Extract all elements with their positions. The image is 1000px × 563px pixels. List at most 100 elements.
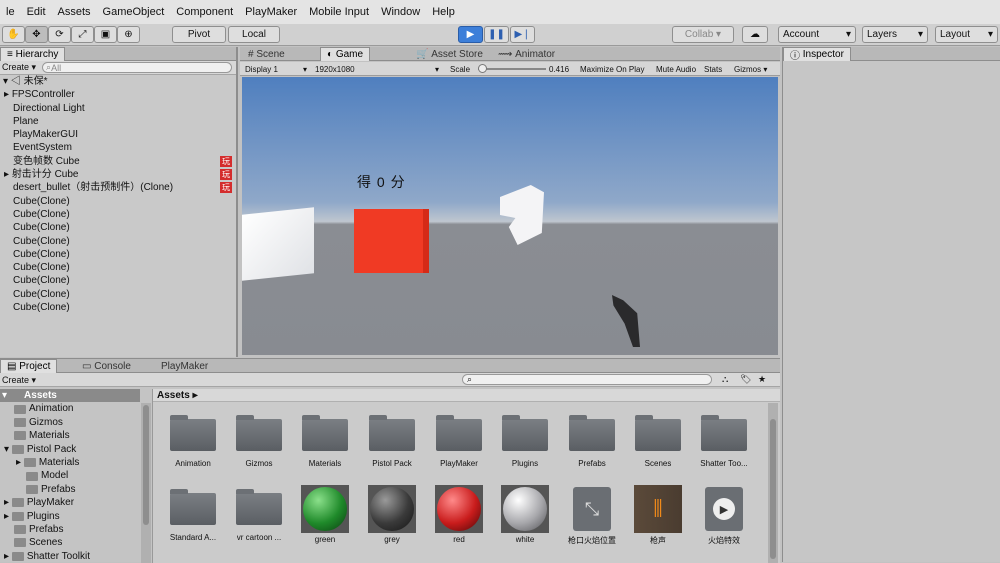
tree-pistol-materials[interactable]: ▸ Materials <box>0 456 140 469</box>
asset-folder[interactable]: Plugins <box>496 415 554 468</box>
hierarchy-search-input[interactable]: ⌕ All <box>42 62 233 73</box>
menu-edit[interactable]: Edit <box>21 6 52 18</box>
tab-scene[interactable]: # Scene <box>242 47 291 61</box>
menu-playmaker[interactable]: PlayMaker <box>239 6 303 18</box>
pivot-button[interactable]: Pivot <box>172 26 226 43</box>
local-button[interactable]: Local <box>228 26 280 43</box>
resolution-dropdown[interactable]: 1920x1080 ▾ <box>312 63 442 75</box>
asset-material-grey[interactable]: grey <box>363 485 421 544</box>
scale-tool-icon[interactable]: ⤢ <box>71 26 94 43</box>
tab-game[interactable]: ◐ Game <box>320 47 371 61</box>
tree-scrollbar[interactable] <box>141 403 151 563</box>
tree-pistol-pack[interactable]: ▾ Pistol Pack <box>0 443 140 456</box>
hier-cube-clone[interactable]: Cube(Clone) <box>0 261 236 274</box>
scale-slider[interactable] <box>478 68 546 70</box>
tab-console[interactable]: ▭ Console <box>76 359 137 373</box>
tab-asset-store[interactable]: 🛒 Asset Store <box>410 47 489 61</box>
account-dropdown[interactable]: Account ▾ <box>778 26 856 43</box>
hier-eventsystem[interactable]: EventSystem <box>0 141 236 154</box>
hierarchy-create-button[interactable]: Create ▾ <box>2 62 36 73</box>
layout-dropdown[interactable]: Layout ▾ <box>935 26 998 43</box>
asset-breadcrumb[interactable]: Assets ▸ <box>153 389 780 402</box>
menu-gameobject[interactable]: GameObject <box>97 6 171 18</box>
asset-material-green[interactable]: green <box>296 485 354 544</box>
pause-button[interactable]: ❚❚ <box>484 26 509 43</box>
hier-cube-clone[interactable]: Cube(Clone) <box>0 195 236 208</box>
tree-pistol-prefabs[interactable]: Prefabs <box>0 483 140 496</box>
tree-shatter-toolkit[interactable]: ▸ Shatter Toolkit <box>0 550 140 563</box>
playmaker-badge[interactable]: 玩 <box>220 182 232 194</box>
filter-type-icon[interactable]: ⛬ <box>722 374 728 385</box>
tab-animator[interactable]: ⟿ Animator <box>492 47 561 61</box>
tab-hierarchy[interactable]: ≡ Hierarchy <box>0 47 66 61</box>
maximize-on-play-toggle[interactable]: Maximize On Play <box>580 65 644 74</box>
project-search-input[interactable]: ⌕ <box>462 374 712 385</box>
asset-scrollbar[interactable] <box>768 403 778 563</box>
move-tool-icon[interactable]: ✥ <box>25 26 48 43</box>
tree-prefabs[interactable]: Prefabs <box>0 523 140 536</box>
tree-model[interactable]: Model <box>0 469 140 482</box>
display-dropdown[interactable]: Display 1 ▾ <box>242 63 310 75</box>
hier-bullet-clone[interactable]: desert_bullet（射击预制件）(Clone) 玩 <box>0 181 236 194</box>
hier-fpscontroller[interactable]: ▸ FPSController <box>0 88 236 101</box>
hand-tool-icon[interactable]: ✋ <box>2 26 25 43</box>
asset-material-red[interactable]: red <box>430 485 488 544</box>
layers-dropdown[interactable]: Layers ▾ <box>862 26 928 43</box>
hier-cube-clone[interactable]: Cube(Clone) <box>0 208 236 221</box>
tree-plugins[interactable]: ▸ Plugins <box>0 510 140 523</box>
tree-gizmos[interactable]: Gizmos <box>0 416 140 429</box>
menu-component[interactable]: Component <box>170 6 239 18</box>
asset-audio-gunshot[interactable]: ⫼ 枪声 <box>629 485 687 546</box>
asset-folder[interactable]: vr cartoon ... <box>230 489 288 542</box>
tree-animation[interactable]: Animation <box>0 402 140 415</box>
asset-folder[interactable]: Prefabs <box>563 415 621 468</box>
play-button[interactable]: ▶ <box>458 26 483 43</box>
asset-folder[interactable]: Scenes <box>629 415 687 468</box>
tree-scenes[interactable]: Scenes <box>0 536 140 549</box>
scene-root[interactable]: ▾ ◁ 未保* <box>0 75 236 88</box>
hier-cube-clone[interactable]: Cube(Clone) <box>0 274 236 287</box>
stats-toggle[interactable]: Stats <box>704 65 722 74</box>
transform-tool-icon[interactable]: ⊕ <box>117 26 140 43</box>
hier-cube-clone[interactable]: Cube(Clone) <box>0 221 236 234</box>
tab-project[interactable]: ▤ Project <box>0 359 58 373</box>
asset-folder[interactable]: PlayMaker <box>430 415 488 468</box>
hier-score-cube[interactable]: ▸ 射击计分 Cube 玩 <box>0 168 236 181</box>
asset-folder[interactable]: Gizmos <box>230 415 288 468</box>
hier-directional-light[interactable]: Directional Light <box>0 102 236 115</box>
asset-fire-effect[interactable]: ▶ 火焰特效 <box>695 485 753 546</box>
menu-window[interactable]: Window <box>375 6 426 18</box>
tab-inspector[interactable]: ⓘ Inspector <box>783 47 851 62</box>
playmaker-badge[interactable]: 玩 <box>220 169 232 181</box>
menu-assets[interactable]: Assets <box>52 6 97 18</box>
hier-cube-clone[interactable]: Cube(Clone) <box>0 248 236 261</box>
hier-playmakergui[interactable]: PlayMakerGUI <box>0 128 236 141</box>
tree-materials[interactable]: Materials <box>0 429 140 442</box>
collab-button[interactable]: Collab ▾ <box>672 26 734 43</box>
menu-help[interactable]: Help <box>426 6 461 18</box>
asset-prefab-muzzle[interactable]: ⤡ 枪口火焰位置 <box>563 485 621 546</box>
gizmos-dropdown[interactable]: Gizmos ▾ <box>734 65 767 74</box>
rotate-tool-icon[interactable]: ⟳ <box>48 26 71 43</box>
game-view[interactable]: 得 0 分 <box>242 77 778 355</box>
asset-folder[interactable]: Animation <box>164 415 222 468</box>
tab-playmaker[interactable]: PlayMaker <box>155 359 214 373</box>
scale-slider-handle[interactable] <box>478 64 487 73</box>
asset-folder[interactable]: Shatter Too... <box>695 415 753 468</box>
asset-folder[interactable]: Materials <box>296 415 354 468</box>
asset-folder[interactable]: Pistol Pack <box>363 415 421 468</box>
hier-cube-clone[interactable]: Cube(Clone) <box>0 235 236 248</box>
filter-label-icon[interactable]: 🏷 <box>740 374 751 385</box>
rect-tool-icon[interactable]: ▣ <box>94 26 117 43</box>
asset-folder[interactable]: Standard A... <box>164 489 222 542</box>
hier-cube-clone[interactable]: Cube(Clone) <box>0 301 236 314</box>
favorite-star-icon[interactable]: ★ <box>758 374 766 385</box>
menu-file[interactable]: le <box>0 6 21 18</box>
hier-cube-clone[interactable]: Cube(Clone) <box>0 288 236 301</box>
hier-color-cube[interactable]: 变色帧数 Cube 玩 <box>0 155 236 168</box>
menu-mobile-input[interactable]: Mobile Input <box>303 6 375 18</box>
project-create-button[interactable]: Create ▾ <box>2 375 36 386</box>
mute-audio-toggle[interactable]: Mute Audio <box>656 65 696 74</box>
tree-playmaker[interactable]: ▸ PlayMaker <box>0 496 140 509</box>
asset-material-white[interactable]: white <box>496 485 554 544</box>
